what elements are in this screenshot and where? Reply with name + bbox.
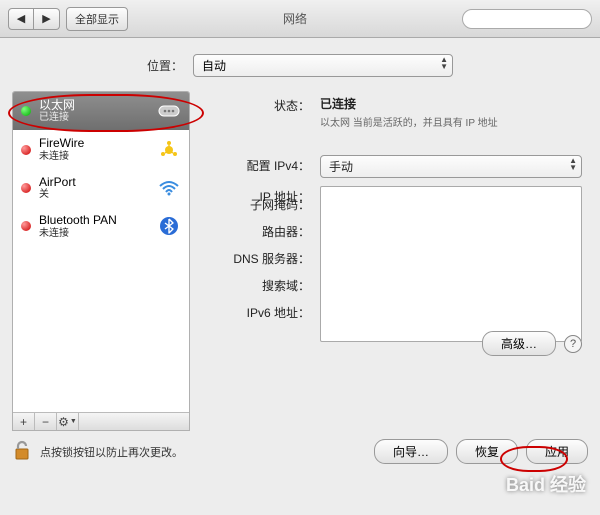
status-dot-icon xyxy=(21,106,31,116)
config-row: 配置 IPv4： 手动 ▲▼ xyxy=(202,155,582,178)
lock-text: 点按锁按钮以防止再次更改。 xyxy=(40,444,183,460)
config-value: 手动 xyxy=(329,158,353,175)
ipv6-label: IPv6 地址： xyxy=(202,302,320,321)
sidebar-item-bluetooth[interactable]: Bluetooth PAN 未连接 xyxy=(13,207,189,245)
item-text: AirPort 关 xyxy=(39,175,149,201)
item-sub: 已连接 xyxy=(39,112,149,124)
item-title: Bluetooth PAN xyxy=(39,213,149,227)
item-sub: 关 xyxy=(39,189,149,201)
item-sub: 未连接 xyxy=(39,228,149,240)
window-title: 网络 xyxy=(134,10,456,27)
back-button[interactable]: ◀ xyxy=(8,8,34,30)
status-row: 状态： 已连接 以太网 当前是活跃的，并且具有 IP 地址 xyxy=(202,95,582,129)
subnet-label: 子网掩码： xyxy=(202,194,320,213)
status-dot-icon xyxy=(21,183,31,193)
wifi-icon xyxy=(157,176,181,200)
status-dot-icon xyxy=(21,221,31,231)
bottom-bar: 点按锁按钮以防止再次更改。 向导… 恢复 应用 xyxy=(0,431,600,472)
bottom-buttons: 向导… 恢复 应用 xyxy=(374,439,588,464)
wizard-button[interactable]: 向导… xyxy=(374,439,448,464)
location-label: 位置： xyxy=(147,57,183,74)
dns-label: DNS 服务器： xyxy=(202,248,320,267)
toolbar: ◀ ▶ 全部显示 网络 🔍 xyxy=(0,0,600,38)
item-text: FireWire 未连接 xyxy=(39,136,149,162)
nav-buttons: ◀ ▶ xyxy=(8,8,60,30)
help-button[interactable]: ? xyxy=(564,335,582,353)
main-split: 以太网 已连接 FireWire 未连接 xyxy=(12,91,588,431)
status-label: 状态： xyxy=(202,95,320,114)
status-value: 已连接 以太网 当前是活跃的，并且具有 IP 地址 xyxy=(320,95,582,129)
config-ipv4-select[interactable]: 手动 ▲▼ xyxy=(320,155,582,178)
detail-box xyxy=(320,186,582,342)
status-dot-icon xyxy=(21,145,31,155)
status-note: 以太网 当前是活跃的，并且具有 IP 地址 xyxy=(320,114,582,129)
sidebar-list: 以太网 已连接 FireWire 未连接 xyxy=(13,92,189,414)
apply-button[interactable]: 应用 xyxy=(526,439,588,464)
firewire-icon xyxy=(157,138,181,162)
item-sub: 未连接 xyxy=(39,151,149,163)
watermark: Baid 经验 xyxy=(506,471,586,497)
bluetooth-icon xyxy=(157,214,181,238)
location-value: 自动 xyxy=(202,57,226,74)
ethernet-icon xyxy=(157,99,181,123)
gear-icon: ⚙ xyxy=(58,415,69,429)
sidebar: 以太网 已连接 FireWire 未连接 xyxy=(12,91,190,431)
location-row: 位置： 自动 ▲▼ xyxy=(12,54,588,77)
revert-button[interactable]: 恢复 xyxy=(456,439,518,464)
lock-icon[interactable] xyxy=(12,439,32,464)
sidebar-footer: + − ⚙▼ xyxy=(13,412,189,430)
gear-button[interactable]: ⚙▼ xyxy=(57,413,79,430)
show-all-button[interactable]: 全部显示 xyxy=(66,7,128,31)
sidebar-item-ethernet[interactable]: 以太网 已连接 xyxy=(13,92,189,130)
add-button[interactable]: + xyxy=(13,413,35,430)
sidebar-item-airport[interactable]: AirPort 关 xyxy=(13,169,189,207)
searchdomain-label: 搜索域： xyxy=(202,275,320,294)
remove-button[interactable]: − xyxy=(35,413,57,430)
content: 位置： 自动 ▲▼ 以太网 已连接 xyxy=(0,38,600,431)
item-text: Bluetooth PAN 未连接 xyxy=(39,213,149,239)
item-title: 以太网 xyxy=(39,98,149,112)
item-title: FireWire xyxy=(39,136,149,150)
search-wrap: 🔍 xyxy=(462,9,592,29)
location-select[interactable]: 自动 ▲▼ xyxy=(193,54,453,77)
config-label: 配置 IPv4： xyxy=(202,155,320,174)
forward-button[interactable]: ▶ xyxy=(34,8,60,30)
item-title: AirPort xyxy=(39,175,149,189)
advanced-button[interactable]: 高级… xyxy=(482,331,556,356)
item-text: 以太网 已连接 xyxy=(39,98,149,124)
router-label: 路由器： xyxy=(202,221,320,240)
sidebar-item-firewire[interactable]: FireWire 未连接 xyxy=(13,130,189,168)
detail-pane: 状态： 已连接 以太网 当前是活跃的，并且具有 IP 地址 配置 IPv4： 手… xyxy=(202,91,588,431)
search-input[interactable] xyxy=(462,9,592,29)
